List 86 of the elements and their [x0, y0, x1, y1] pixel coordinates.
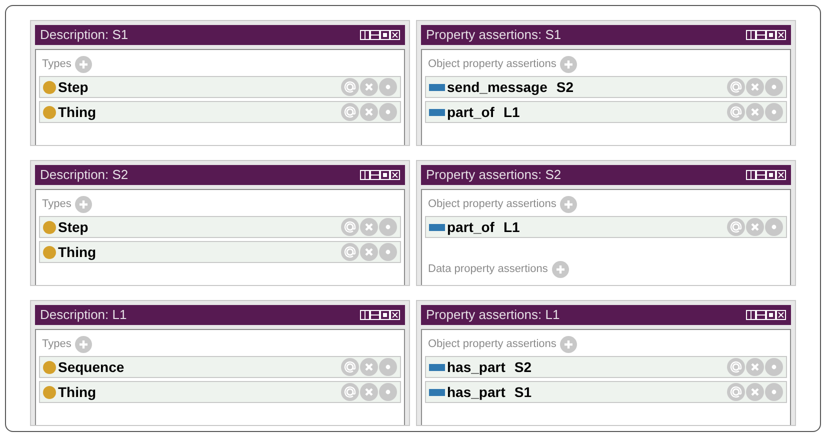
- delete-icon[interactable]: [360, 358, 378, 376]
- window-controls-icon[interactable]: [746, 310, 786, 320]
- delete-icon[interactable]: [746, 78, 764, 96]
- add-icon[interactable]: [552, 260, 569, 278]
- delete-icon[interactable]: [360, 218, 378, 236]
- assertion-row[interactable]: send_message S2: [425, 76, 787, 98]
- class-icon: [43, 80, 56, 94]
- entity-value: S1: [514, 382, 532, 402]
- entity-name: Thing: [58, 102, 96, 122]
- delete-icon[interactable]: [360, 243, 378, 261]
- add-icon[interactable]: [560, 196, 578, 212]
- entity-name: Thing: [58, 242, 96, 262]
- panel-title: Property assertions: S1: [426, 26, 562, 44]
- window-controls-icon[interactable]: [360, 310, 400, 320]
- assertion-row[interactable]: Thing: [39, 381, 401, 403]
- section-label: Types: [42, 336, 72, 352]
- add-icon[interactable]: [560, 56, 578, 72]
- entity-name: has_part: [447, 382, 506, 402]
- annotate-icon[interactable]: [341, 78, 359, 96]
- window-controls-icon[interactable]: [360, 170, 400, 180]
- annotate-icon[interactable]: [341, 243, 359, 261]
- delete-icon[interactable]: [360, 103, 378, 121]
- entity-value: L1: [503, 102, 520, 122]
- annotate-icon[interactable]: [341, 103, 359, 121]
- class-icon: [43, 246, 56, 258]
- class-icon: [43, 386, 56, 398]
- annotate-icon[interactable]: [341, 358, 359, 376]
- entity-name: Step: [58, 78, 88, 97]
- window-controls-icon[interactable]: [746, 30, 786, 40]
- entity-value: L1: [503, 218, 520, 236]
- assertion-row[interactable]: Thing: [39, 241, 401, 263]
- object-property-icon: [429, 108, 445, 116]
- panel-title: Description: L1: [40, 306, 127, 324]
- annotate-icon[interactable]: [727, 218, 745, 236]
- class-icon: [43, 360, 56, 374]
- entity-name: Thing: [58, 382, 96, 402]
- section-label: Object property assertions: [428, 336, 556, 352]
- object-property-icon: [429, 84, 445, 90]
- annotate-icon[interactable]: [341, 218, 359, 236]
- section-label: Types: [42, 56, 72, 72]
- annotate-icon[interactable]: [727, 78, 745, 96]
- class-icon: [43, 106, 56, 118]
- assertion-row[interactable]: part_of L1: [425, 101, 787, 123]
- entity-name: Sequence: [58, 358, 124, 377]
- assertion-row[interactable]: part_of L1: [425, 216, 787, 238]
- assertion-row[interactable]: Thing: [39, 101, 401, 123]
- add-icon[interactable]: [75, 56, 92, 72]
- delete-icon[interactable]: [746, 383, 764, 401]
- entity-name: has_part: [447, 358, 506, 377]
- annotate-icon[interactable]: [727, 383, 745, 401]
- add-icon[interactable]: [75, 336, 92, 352]
- delete-icon[interactable]: [746, 103, 764, 121]
- add-icon[interactable]: [75, 196, 92, 212]
- object-property-icon: [429, 388, 445, 396]
- add-icon[interactable]: [560, 336, 578, 352]
- section-label: Object property assertions: [428, 196, 556, 212]
- window-controls-icon[interactable]: [746, 170, 786, 180]
- panel-title: Description: S1: [40, 26, 128, 44]
- annotate-icon[interactable]: [727, 358, 745, 376]
- object-property-icon: [429, 224, 445, 230]
- assertion-row[interactable]: Sequence: [39, 356, 401, 378]
- entity-name: part_of: [447, 218, 494, 237]
- panel-title: Property assertions: S2: [426, 166, 562, 184]
- delete-icon[interactable]: [746, 358, 764, 376]
- panel-title: Property assertions: L1: [426, 306, 560, 324]
- delete-icon[interactable]: [746, 218, 764, 236]
- assertion-row[interactable]: has_part S1: [425, 381, 787, 403]
- object-property-icon: [429, 364, 445, 370]
- annotate-icon[interactable]: [341, 383, 359, 401]
- entity-name: Step: [58, 218, 88, 237]
- delete-icon[interactable]: [360, 78, 378, 96]
- entity-name: send_message: [447, 78, 548, 97]
- assertion-row[interactable]: Step: [39, 76, 401, 98]
- window-controls-icon[interactable]: [360, 30, 400, 40]
- annotate-icon[interactable]: [727, 103, 745, 121]
- delete-icon[interactable]: [360, 383, 378, 401]
- entity-value: S2: [556, 78, 574, 96]
- section-label: Data property assertions: [428, 262, 548, 277]
- assertion-row[interactable]: has_part S2: [425, 356, 787, 378]
- entity-value: S2: [514, 358, 532, 376]
- entity-name: part_of: [447, 102, 494, 122]
- section-label: Types: [42, 196, 72, 212]
- section-label: Object property assertions: [428, 56, 556, 72]
- assertion-row[interactable]: Step: [39, 216, 401, 238]
- panel-title: Description: S2: [40, 166, 128, 184]
- class-icon: [43, 220, 56, 234]
